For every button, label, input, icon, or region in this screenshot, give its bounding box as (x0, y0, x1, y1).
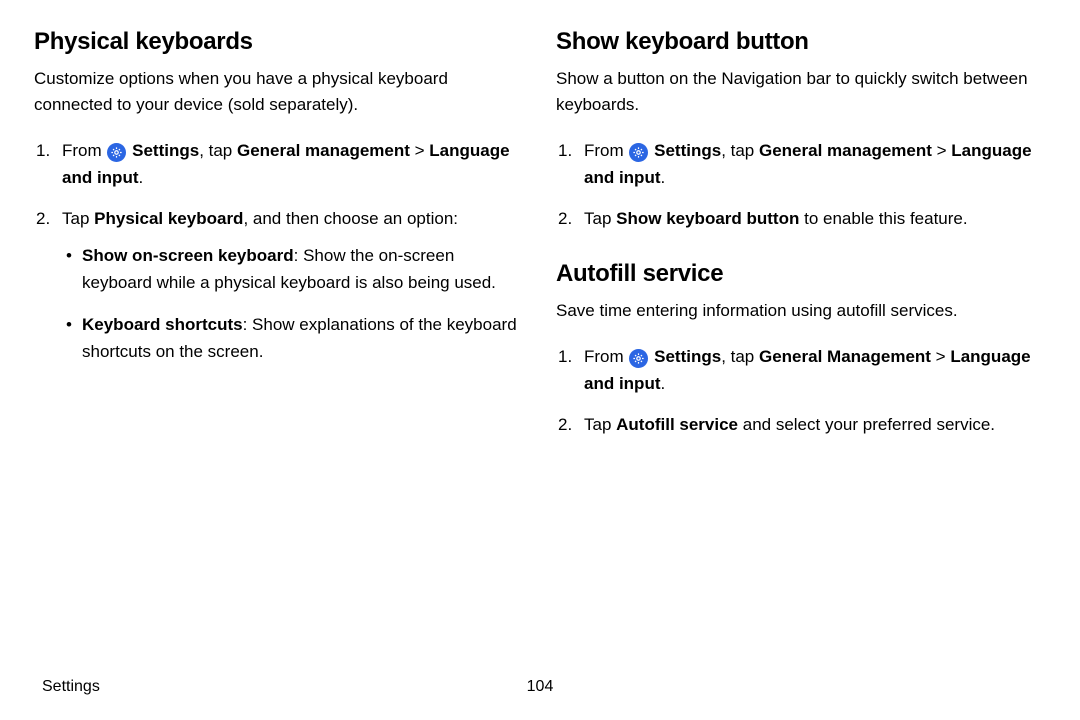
intro-text: Customize options when you have a physic… (34, 66, 524, 119)
step-text: From (584, 141, 628, 160)
step-text: , tap (721, 141, 759, 160)
step-bold: General management (237, 141, 410, 160)
bullet-item: Show on-screen keyboard: Show the on-scr… (62, 242, 524, 296)
step-text: , tap (721, 347, 759, 366)
step-text: Tap (584, 415, 616, 434)
step-bold: Physical keyboard (94, 209, 243, 228)
page-footer: Settings 104 (0, 678, 1080, 696)
step-2: Tap Physical keyboard, and then choose a… (34, 205, 524, 365)
intro-text: Show a button on the Navigation bar to q… (556, 66, 1046, 119)
step-bold: Settings (649, 141, 721, 160)
step-1: From Settings, tap General management > … (556, 137, 1046, 191)
intro-text: Save time entering information using aut… (556, 298, 1046, 324)
section-title-autofill-service: Autofill service (556, 260, 1046, 288)
section-title-show-keyboard-button: Show keyboard button (556, 28, 1046, 56)
show-keyboard-button-section: Show keyboard button Show a button on th… (556, 28, 1046, 232)
step-text: . (138, 168, 143, 187)
step-2: Tap Autofill service and select your pre… (556, 411, 1046, 438)
bullet-bold: Keyboard shortcuts (82, 315, 243, 334)
step-text: Tap (62, 209, 94, 228)
physical-keyboards-section: Physical keyboards Customize options whe… (34, 28, 524, 365)
bullet-bold: Show on-screen keyboard (82, 246, 294, 265)
step-bold: General management (759, 141, 932, 160)
step-bold: Settings (649, 347, 721, 366)
step-text: From (584, 347, 628, 366)
step-bold: Autofill service (616, 415, 738, 434)
step-1: From Settings, tap General management > … (34, 137, 524, 191)
step-text: > (931, 347, 950, 366)
step-bold: Settings (127, 141, 199, 160)
step-1: From Settings, tap General Management > … (556, 343, 1046, 397)
step-text: > (932, 141, 951, 160)
right-column: Show keyboard button Show a button on th… (556, 28, 1046, 466)
step-bold: General Management (759, 347, 931, 366)
bullet-item: Keyboard shortcuts: Show explanations of… (62, 311, 524, 365)
step-text: From (62, 141, 106, 160)
step-text: and select your preferred service. (738, 415, 995, 434)
settings-icon (629, 349, 648, 368)
settings-icon (107, 143, 126, 162)
footer-page-number: 104 (527, 678, 554, 696)
step-text: > (410, 141, 429, 160)
autofill-service-section: Autofill service Save time entering info… (556, 260, 1046, 438)
step-text: . (660, 374, 665, 393)
step-bold: Show keyboard button (616, 209, 799, 228)
footer-section-label: Settings (42, 678, 100, 696)
step-text: , and then choose an option: (243, 209, 458, 228)
section-title-physical-keyboards: Physical keyboards (34, 28, 524, 56)
left-column: Physical keyboards Customize options whe… (34, 28, 524, 466)
settings-icon (629, 143, 648, 162)
step-text: Tap (584, 209, 616, 228)
step-2: Tap Show keyboard button to enable this … (556, 205, 1046, 232)
step-text: . (660, 168, 665, 187)
step-text: , tap (199, 141, 237, 160)
step-text: to enable this feature. (799, 209, 967, 228)
